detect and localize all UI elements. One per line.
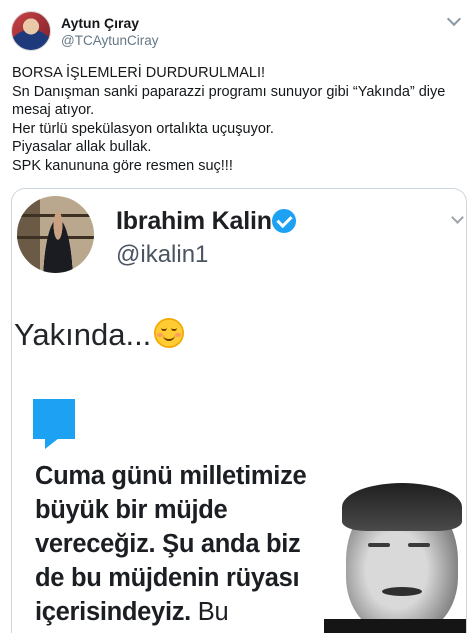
embedded-avatar: [17, 196, 94, 273]
tweet-line: BORSA İŞLEMLERİ DURDURULMALI!: [12, 65, 266, 81]
embedded-screenshot[interactable]: Ibrahim Kalin @ikalin1 Yakında... Cuma g…: [11, 188, 467, 633]
quote-line: de bu müjdenin rüyası: [35, 564, 300, 592]
quote-line: Cuma günü milletimize: [35, 462, 307, 490]
chevron-down-icon: [451, 211, 464, 224]
tweet-line: Sn Danışman sanki paparazzi programı sun…: [12, 83, 446, 100]
chevron-down-icon[interactable]: [446, 11, 462, 27]
embedded-tweet-body: Yakında...: [14, 317, 152, 352]
author-avatar[interactable]: [11, 11, 51, 51]
portrait-brow: [368, 543, 390, 547]
embedded-author-handle: @ikalin1: [116, 241, 209, 268]
smiling-face-icon: [154, 318, 185, 348]
author-name[interactable]: Aytun Çıray: [61, 15, 139, 31]
portrait-mustache: [382, 587, 422, 596]
quote-line-bold: içerisindeyiz.: [35, 598, 191, 626]
quote-line: vereceğiz. Şu anda biz: [35, 530, 301, 558]
speech-bubble-icon: [33, 399, 75, 449]
portrait-suit: [324, 619, 466, 633]
tweet-line: SPK kanununa göre resmen suç!!!: [12, 157, 233, 174]
profile-person: [41, 210, 75, 273]
embedded-tweet-text: Yakında...: [14, 317, 185, 353]
portrait-brow: [408, 543, 430, 547]
tweet: Aytun Çıray @TCAytunCiray BORSA İŞLEMLER…: [0, 0, 473, 633]
tweet-line: mesaj atıyor.: [12, 102, 95, 118]
quote-tail: Bu: [197, 598, 229, 626]
portrait-hair: [342, 483, 462, 531]
quote-line: büyük bir müjde: [35, 496, 228, 524]
tweet-line: Piyasalar allak bullak.: [12, 139, 152, 155]
verified-badge-icon: [272, 209, 296, 233]
quote-text: Cuma günü milletimize büyük bir müjde ve…: [35, 459, 307, 629]
author-handle[interactable]: @TCAytunCiray: [61, 33, 158, 48]
embedded-author-name: Ibrahim Kalin: [116, 207, 272, 235]
portrait-photo: [324, 479, 466, 633]
tweet-line: Her türlü spekülasyon ortalıkta uçuşuyor…: [12, 120, 274, 137]
tweet-text: BORSA İŞLEMLERİ DURDURULMALI! Sn Danışma…: [12, 64, 464, 175]
quote-line: içerisindeyiz. Bu: [35, 595, 306, 629]
